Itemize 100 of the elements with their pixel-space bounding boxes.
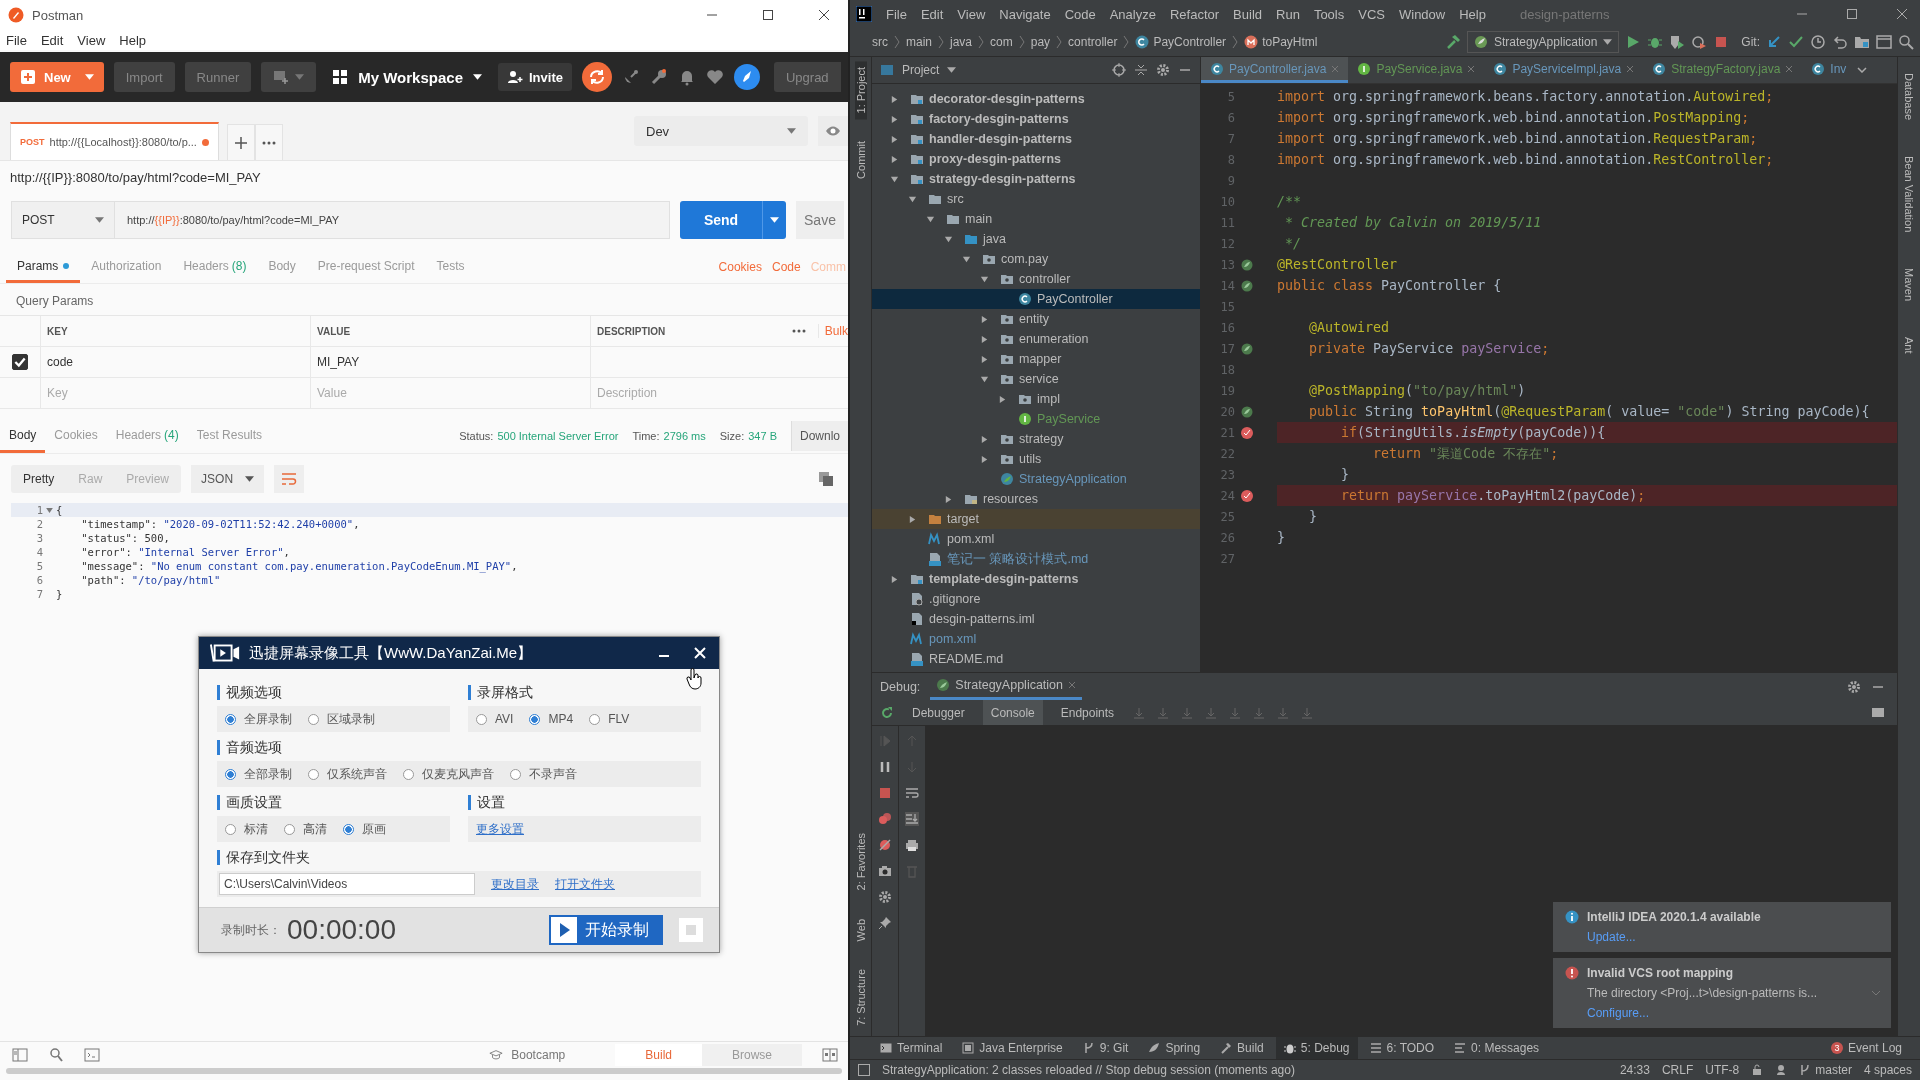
tree-item[interactable]: main: [872, 209, 1200, 229]
option-label[interactable]: 仅系统声音: [327, 765, 387, 783]
status-item[interactable]: 24:33: [1619, 1063, 1650, 1077]
breadcrumb[interactable]: controller: [1068, 35, 1118, 49]
tree-item[interactable]: strategy-desgin-patterns: [872, 169, 1200, 189]
status-item[interactable]: CRLF: [1661, 1063, 1694, 1077]
radio-button[interactable]: [510, 768, 521, 780]
maximize-icon[interactable]: [762, 9, 774, 21]
folder-path-field[interactable]: C:\Users\Calvin\Videos: [219, 873, 475, 895]
stop-icon[interactable]: [878, 786, 892, 800]
checkbox[interactable]: [12, 354, 28, 370]
menu-item[interactable]: Window: [1398, 6, 1446, 22]
tree-item[interactable]: impl: [872, 389, 1200, 409]
breakpoint-icon[interactable]: [1240, 425, 1254, 440]
caret-right-icon[interactable]: [980, 434, 989, 444]
menu-item[interactable]: Help: [1459, 6, 1486, 22]
link[interactable]: 打开文件夹: [555, 875, 615, 893]
tool-window-tab[interactable]: 7: Structure: [854, 963, 867, 1032]
toolbar-button[interactable]: Import: [113, 62, 175, 92]
tree-item[interactable]: PayService: [872, 409, 1200, 429]
tree-item[interactable]: README.md: [872, 649, 1200, 669]
folder-grid-icon[interactable]: [1854, 34, 1870, 50]
radio-button[interactable]: [589, 713, 601, 725]
tree-item[interactable]: template-desgin-patterns: [872, 569, 1200, 589]
tree-item[interactable]: PayController: [872, 289, 1200, 309]
heart-icon[interactable]: [705, 68, 724, 86]
caret-down-icon[interactable]: [944, 234, 953, 244]
option-label[interactable]: AVI: [495, 712, 514, 726]
settings-icon[interactable]: [878, 890, 892, 904]
fold-caret-icon[interactable]: [46, 507, 53, 513]
search-icon[interactable]: [48, 1047, 64, 1063]
rocket-icon[interactable]: [733, 64, 760, 90]
tree-item[interactable]: desgin-patterns.iml: [872, 609, 1200, 629]
chevron-down-icon[interactable]: [1857, 67, 1868, 73]
breadcrumb[interactable]: com: [990, 35, 1013, 49]
radio-button[interactable]: [403, 768, 414, 780]
tree-item[interactable]: entity: [872, 309, 1200, 329]
tool-window-tab[interactable]: 1: Project: [854, 61, 867, 120]
radio-button[interactable]: [225, 823, 236, 835]
menu-item[interactable]: Help: [119, 32, 147, 48]
method-select[interactable]: POST: [11, 201, 115, 239]
tool-window-tab[interactable]: 2: Favorites: [854, 827, 867, 897]
bean-icon[interactable]: [1240, 257, 1254, 272]
breadcrumb[interactable]: main: [906, 35, 932, 49]
editor-tab[interactable]: StrategyFactory.java: [1643, 57, 1803, 83]
radio-button[interactable]: [225, 768, 236, 780]
menu-item[interactable]: File: [6, 32, 27, 48]
wrench-icon[interactable]: [649, 68, 668, 86]
start-recording-button[interactable]: 开始录制: [549, 915, 663, 945]
caret-down-icon[interactable]: [980, 274, 989, 284]
tree-item[interactable]: proxy-desgin-patterns: [872, 149, 1200, 169]
bean-icon[interactable]: [1240, 341, 1254, 356]
new-tab-button[interactable]: [226, 124, 255, 160]
shield-icon[interactable]: [1669, 34, 1686, 50]
send-options-button[interactable]: [762, 201, 786, 239]
caret-right-icon[interactable]: [890, 574, 899, 584]
caret-right-icon[interactable]: [980, 314, 989, 324]
event-log-tab[interactable]: 3 Event Log: [1822, 1037, 1910, 1059]
bean-icon[interactable]: [1240, 404, 1254, 419]
run-configuration-select[interactable]: StrategyApplication: [1466, 31, 1620, 53]
link[interactable]: 更多设置: [476, 820, 524, 838]
editor-tab[interactable]: Inv: [1802, 57, 1856, 83]
option-label[interactable]: 仅麦克风声音: [422, 765, 494, 783]
menu-item[interactable]: Tools: [1313, 6, 1345, 22]
pause-icon[interactable]: [878, 760, 892, 774]
tool-window-tab[interactable]: Terminal: [872, 1037, 951, 1059]
tree-item[interactable]: resources: [872, 489, 1200, 509]
tool-window-tab[interactable]: Commit: [854, 135, 867, 186]
menu-item[interactable]: File: [886, 6, 907, 22]
tree-item[interactable]: .gitignore: [872, 589, 1200, 609]
link[interactable]: Update...: [1587, 930, 1881, 944]
debug-tab[interactable]: Endpoints: [1052, 700, 1123, 725]
menu-item[interactable]: Analyze: [1109, 6, 1156, 22]
tool-window-tab[interactable]: 5: Debug: [1275, 1037, 1358, 1059]
camera-icon[interactable]: [878, 864, 892, 878]
breakpoints-icon[interactable]: [878, 812, 892, 826]
caret-right-icon[interactable]: [890, 154, 899, 164]
caret-right-icon[interactable]: [980, 454, 989, 464]
search-icon[interactable]: [1898, 34, 1914, 50]
debug-tab[interactable]: Debugger: [904, 700, 973, 725]
more-icon[interactable]: [791, 329, 806, 333]
caret-right-icon[interactable]: [890, 134, 899, 144]
caret-right-icon[interactable]: [980, 354, 989, 364]
checkmark-icon[interactable]: [1788, 34, 1804, 50]
send-button[interactable]: Send: [680, 201, 762, 239]
status-item[interactable]: 4 spaces: [1863, 1063, 1912, 1077]
table-cell[interactable]: code: [40, 347, 310, 377]
download-button[interactable]: Downlo: [790, 421, 848, 451]
maximize-icon[interactable]: [1846, 8, 1858, 20]
bulk-edit-link[interactable]: Bulk: [817, 324, 848, 338]
environment-select[interactable]: Dev: [634, 116, 808, 146]
caret-icon[interactable]: [947, 67, 957, 73]
tree-item[interactable]: handler-desgin-patterns: [872, 129, 1200, 149]
rerun-icon[interactable]: [880, 705, 894, 720]
tool-window-tab[interactable]: Java Enterprise: [954, 1037, 1071, 1059]
workspace-button[interactable]: My Workspace: [326, 67, 488, 87]
radio-button[interactable]: [225, 713, 236, 725]
radio-button[interactable]: [308, 713, 319, 725]
option-label[interactable]: 标清: [244, 820, 268, 838]
printer-icon[interactable]: [905, 838, 919, 852]
